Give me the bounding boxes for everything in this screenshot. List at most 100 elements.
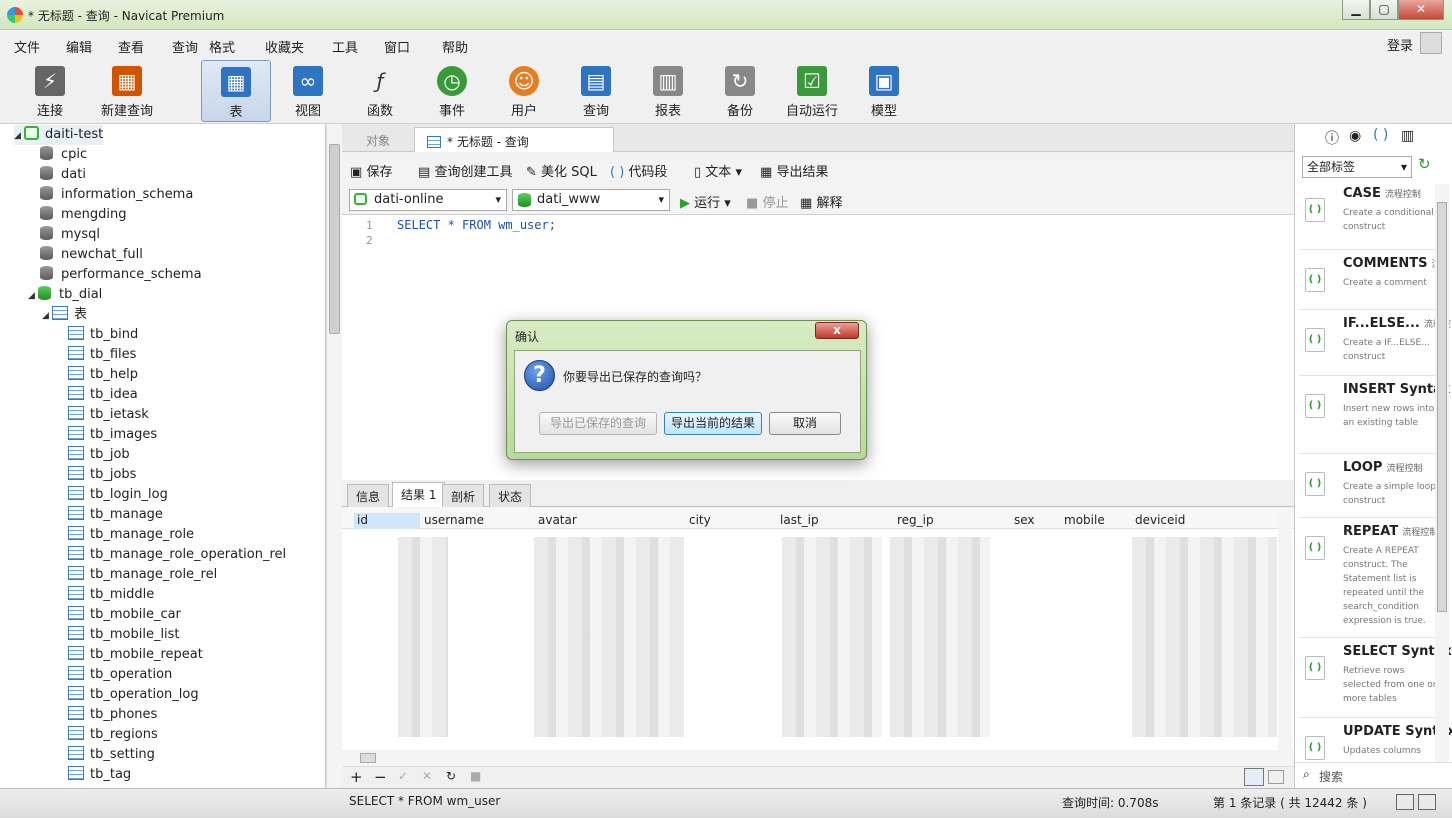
backup-button[interactable]: ↻ 备份 — [705, 60, 775, 122]
collapse-arrow-icon[interactable]: ◢ — [42, 306, 52, 326]
text-button[interactable]: ▯ 文本 ▾ — [694, 161, 742, 180]
collapse-arrow-icon[interactable]: ◢ — [14, 126, 24, 146]
tree-table[interactable]: tb_regions — [68, 725, 158, 745]
tab-query[interactable]: * 无标题 - 查询 — [414, 127, 614, 152]
beautify-sql-button[interactable]: ✎ 美化 SQL — [526, 161, 597, 180]
tree-database[interactable]: performance_schema — [40, 265, 202, 285]
menu-file[interactable]: 文件 — [14, 37, 40, 56]
menu-window[interactable]: 窗口 — [384, 37, 410, 56]
tree-table[interactable]: tb_files — [68, 345, 136, 365]
report-button[interactable]: ▥ 报表 — [633, 60, 703, 122]
menu-edit[interactable]: 编辑 — [66, 37, 92, 56]
login-link[interactable]: 登录 — [1387, 35, 1413, 54]
close-window-button[interactable]: ✕ — [1398, 0, 1444, 20]
tab-status[interactable]: 状态 — [489, 484, 532, 507]
tree-table[interactable]: tb_login_log — [68, 485, 168, 505]
export-saved-query-button[interactable]: 导出已保存的查询 — [539, 412, 657, 435]
tree-table[interactable]: tb_manage_role — [68, 525, 194, 545]
avatar-icon[interactable] — [1420, 32, 1442, 54]
database-select[interactable]: dati_www — [512, 189, 670, 211]
function-button[interactable]: ƒ 函数 — [345, 60, 415, 122]
tree-table[interactable]: tb_help — [68, 365, 138, 385]
tree-scrollbar[interactable] — [326, 124, 342, 788]
grid-hscrollbar[interactable] — [342, 750, 1294, 766]
tree-connection[interactable]: ◢ daiti-test — [14, 125, 104, 146]
snippet-item[interactable]: ( ) INSERT Syntax Insert new rows into an … — [1299, 380, 1450, 454]
tree-database[interactable]: information_schema — [40, 185, 193, 205]
snippet-item[interactable]: ( )IF...ELSE...流程控Create a IF...ELSE... … — [1299, 314, 1451, 376]
add-row-icon[interactable]: + — [350, 768, 363, 786]
tab-result-1[interactable]: 结果 1 — [392, 482, 446, 507]
explain-button[interactable]: ▦ 解释 — [800, 192, 842, 211]
menu-help[interactable]: 帮助 — [442, 37, 468, 56]
tree-table[interactable]: tb_manage_role_operation_rel — [68, 545, 286, 565]
tree-table[interactable]: tb_jobs — [68, 465, 136, 485]
tree-table[interactable]: tb_tag — [68, 765, 131, 785]
snippet-item[interactable]: ( ) CASE 流程控制 Create a conditional construc… — [1299, 184, 1449, 250]
snippet-item[interactable]: ( ) REPEAT 流程控制 Create A REPEAT construct. … — [1299, 522, 1449, 638]
form-view-icon[interactable] — [1268, 770, 1284, 784]
result-grid[interactable]: id username avatar city last_ip reg_ip s… — [342, 507, 1294, 750]
apply-icon[interactable]: ✓ — [398, 769, 408, 783]
export-result-button[interactable]: ▦ 导出结果 — [760, 161, 828, 180]
minimize-button[interactable]: ▁ — [1342, 0, 1370, 20]
view-button[interactable]: ∞ 视图 — [273, 60, 343, 122]
tree-table[interactable]: tb_operation_log — [68, 685, 199, 705]
layout-icon[interactable]: ▥ — [1401, 128, 1414, 144]
tab-objects[interactable]: 对象 — [354, 127, 402, 152]
snippet-scrollbar[interactable] — [1435, 184, 1449, 762]
tree-table[interactable]: tb_bind — [68, 325, 138, 345]
query-button[interactable]: ▤ 查询 — [561, 60, 631, 122]
tree-table[interactable]: tb_middle — [68, 585, 154, 605]
panel-toggle-icon[interactable] — [1396, 794, 1414, 810]
tree-database[interactable]: mengding — [40, 205, 127, 225]
column-header[interactable]: mobile — [1064, 513, 1105, 527]
tag-filter-select[interactable]: 全部标签 ▾ — [1302, 156, 1412, 178]
code-snippet-button[interactable]: ( ) 代码段 — [610, 161, 667, 180]
hscroll-thumb[interactable] — [360, 753, 376, 763]
sql-code[interactable]: SELECT * FROM wm_user; — [397, 218, 556, 232]
tree-table[interactable]: tb_mobile_car — [68, 605, 181, 625]
run-button[interactable]: ▶ 运行 ▾ — [680, 192, 731, 211]
menu-format[interactable]: 格式 — [209, 37, 235, 56]
brackets-icon[interactable]: ( ) — [1373, 127, 1388, 143]
menu-view[interactable]: 查看 — [118, 37, 144, 56]
snippet-item[interactable]: ( ) COMMENTS注 Create a comment — [1299, 254, 1449, 310]
event-button[interactable]: ◷ 事件 — [417, 60, 487, 122]
column-header[interactable]: reg_ip — [897, 513, 934, 527]
column-header[interactable]: city — [689, 513, 711, 527]
snippet-search[interactable]: ⌕ 搜索 — [1295, 762, 1452, 788]
refresh-snippets-icon[interactable]: ↻ — [1418, 155, 1431, 173]
tree-tables-folder[interactable]: ◢ 表 — [42, 305, 87, 325]
column-header[interactable]: deviceid — [1135, 513, 1185, 527]
column-header[interactable]: last_ip — [780, 513, 819, 527]
tree-table[interactable]: tb_operation — [68, 665, 172, 685]
tree-table[interactable]: tb_mobile_repeat — [68, 645, 203, 665]
column-header[interactable]: sex — [1014, 513, 1035, 527]
tree-table[interactable]: tb_mobile_list — [68, 625, 180, 645]
tree-scroll-thumb[interactable] — [329, 144, 340, 334]
grid-view-icon[interactable] — [1244, 768, 1264, 786]
model-button[interactable]: ▣ 模型 — [849, 60, 919, 122]
panel-toggle-icon[interactable] — [1418, 794, 1436, 810]
collapse-arrow-icon[interactable]: ◢ — [28, 286, 38, 306]
tree-table[interactable]: tb_images — [68, 425, 157, 445]
save-button[interactable]: ▣ 保存 — [350, 161, 392, 180]
discard-icon[interactable]: ✕ — [422, 769, 432, 783]
tree-table[interactable]: tb_job — [68, 445, 130, 465]
tree-table[interactable]: tb_phones — [68, 705, 157, 725]
maximize-button[interactable]: ▢ — [1370, 0, 1398, 20]
stop-button[interactable]: ■ 停止 — [746, 192, 788, 211]
delete-row-icon[interactable]: − — [374, 768, 387, 786]
menu-favorites[interactable]: 收藏夹 — [265, 37, 304, 56]
refresh-icon[interactable]: ↻ — [446, 769, 456, 783]
export-current-result-button[interactable]: 导出当前的结果 — [664, 412, 762, 435]
snippet-scroll-thumb[interactable] — [1437, 202, 1447, 612]
tree-table[interactable]: tb_setting — [68, 745, 155, 765]
column-header[interactable]: avatar — [538, 513, 577, 527]
tree-table[interactable]: tb_manage — [68, 505, 163, 525]
snippet-item[interactable]: ( ) SELECT Syntax Retrieve rows selected f… — [1299, 642, 1452, 718]
table-button[interactable]: ▦ 表 — [201, 60, 271, 122]
tree-table[interactable]: tb_manage_role_rel — [68, 565, 217, 585]
automation-button[interactable]: ☑ 自动运行 — [777, 60, 847, 122]
